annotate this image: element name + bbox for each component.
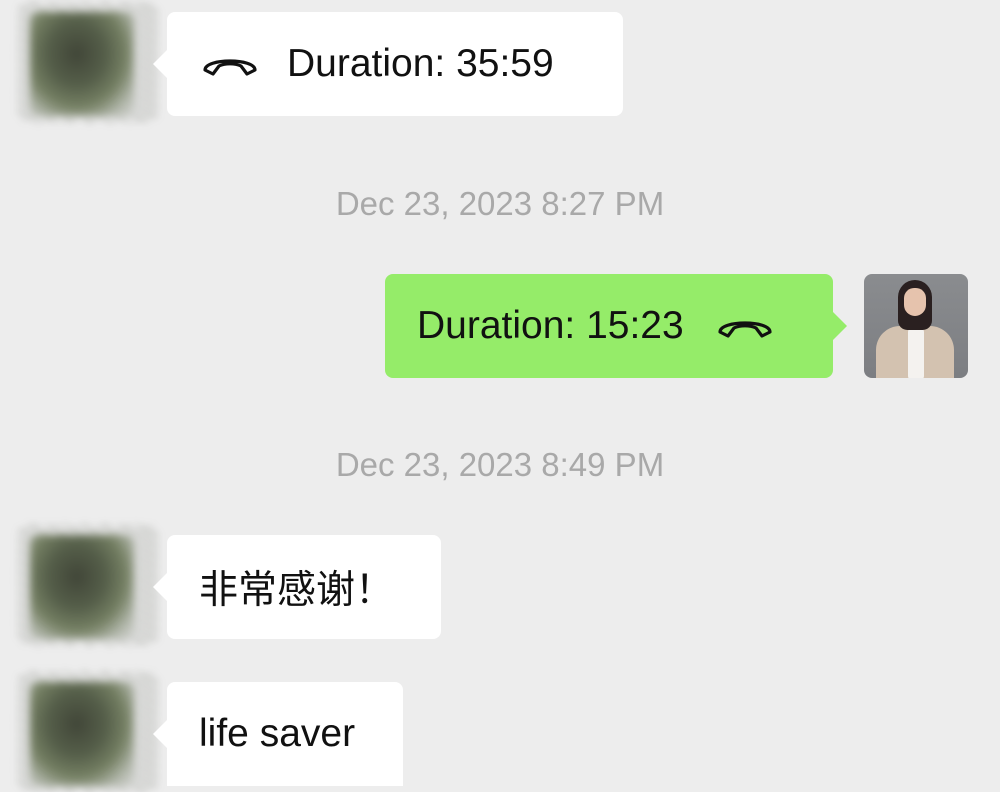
contact-avatar[interactable] — [18, 525, 158, 645]
incoming-message-bubble[interactable]: 非常感谢！ — [153, 535, 441, 639]
incoming-call-bubble[interactable]: Duration: 35:59 — [153, 12, 623, 116]
my-avatar[interactable] — [864, 274, 968, 378]
avatar-face — [904, 288, 926, 316]
phone-hangup-icon — [718, 321, 772, 338]
message-text: life saver — [199, 712, 356, 755]
avatar-shirt — [908, 328, 924, 378]
timestamp: Dec 23, 2023 8:27 PM — [335, 185, 665, 222]
incoming-message-bubble[interactable]: life saver — [153, 682, 403, 786]
timestamp: Dec 23, 2023 8:49 PM — [335, 446, 665, 483]
call-duration-text: Duration: 35:59 — [287, 42, 554, 85]
phone-hangup-icon — [203, 59, 257, 76]
outgoing-call-bubble[interactable]: Duration: 15:23 — [385, 274, 847, 378]
contact-avatar[interactable] — [18, 2, 158, 122]
contact-avatar[interactable] — [18, 672, 158, 792]
message-text: 非常感谢！ — [199, 569, 395, 612]
call-duration-text: Duration: 15:23 — [417, 304, 684, 347]
